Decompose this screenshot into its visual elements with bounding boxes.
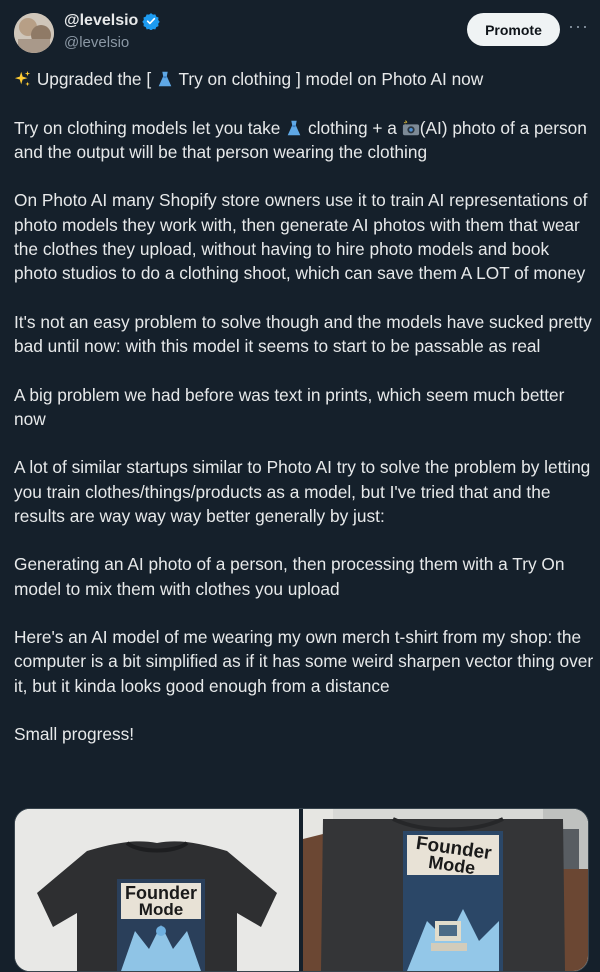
verified-badge-icon <box>142 13 161 30</box>
dress-icon <box>158 71 172 87</box>
product-tshirt-image: Founder Mode <box>15 809 299 971</box>
tweet-paragraph-4: It's not an easy problem to solve though… <box>14 311 592 357</box>
tweet-paragraph-6: A lot of similar startups similar to Pho… <box>14 457 591 526</box>
dress-icon <box>287 120 301 135</box>
avatar[interactable] <box>14 13 54 53</box>
handle[interactable]: @levelsio <box>64 33 160 53</box>
display-name[interactable]: @levelsio <box>64 11 138 31</box>
avatar-image <box>14 13 54 53</box>
paragraph-2-text-b: clothing + a <box>303 117 402 138</box>
tweet-paragraph-2: Try on clothing models let you take clot… <box>14 116 594 165</box>
paragraph-2-text-a: Try on clothing models let you take <box>14 117 286 138</box>
tweet-media-grid: Founder Mode Founder Mode <box>14 808 589 972</box>
tweet-header: @levelsio @levelsio Promote ··· <box>0 0 600 64</box>
tweet-paragraph-8: Here's an AI model of me wearing my own … <box>14 627 594 696</box>
tweet-text: Upgraded the [ Try on clothing ] model o… <box>14 67 594 771</box>
media-image-model[interactable]: Founder Mode <box>303 809 588 971</box>
left-print-text-2: Mode <box>139 900 183 919</box>
media-image-product[interactable]: Founder Mode <box>15 809 299 971</box>
sparkles-icon <box>14 70 31 87</box>
camera-flash-icon <box>402 119 419 135</box>
paragraph-1-text-a: Upgraded the [ <box>36 69 156 89</box>
tweet-paragraph-7: Generating an AI photo of a person, then… <box>14 554 565 599</box>
promote-button[interactable]: Promote <box>467 13 560 46</box>
more-dots-icon[interactable]: ··· <box>568 15 588 43</box>
tweet-paragraph-3: On Photo AI many Shopify store owners us… <box>14 190 588 284</box>
author-names: @levelsio @levelsio <box>64 11 161 53</box>
tweet-paragraph-5: A big problem we had before was text in … <box>14 384 565 429</box>
tweet-paragraph-9: Small progress! <box>14 724 135 745</box>
model-photo-image: Founder Mode <box>303 809 588 971</box>
paragraph-1-text-b: Try on clothing ] model on Photo AI now <box>173 69 484 89</box>
tweet-paragraph-1: Upgraded the [ Try on clothing ] model o… <box>14 67 594 91</box>
display-name-row: @levelsio <box>64 11 161 31</box>
